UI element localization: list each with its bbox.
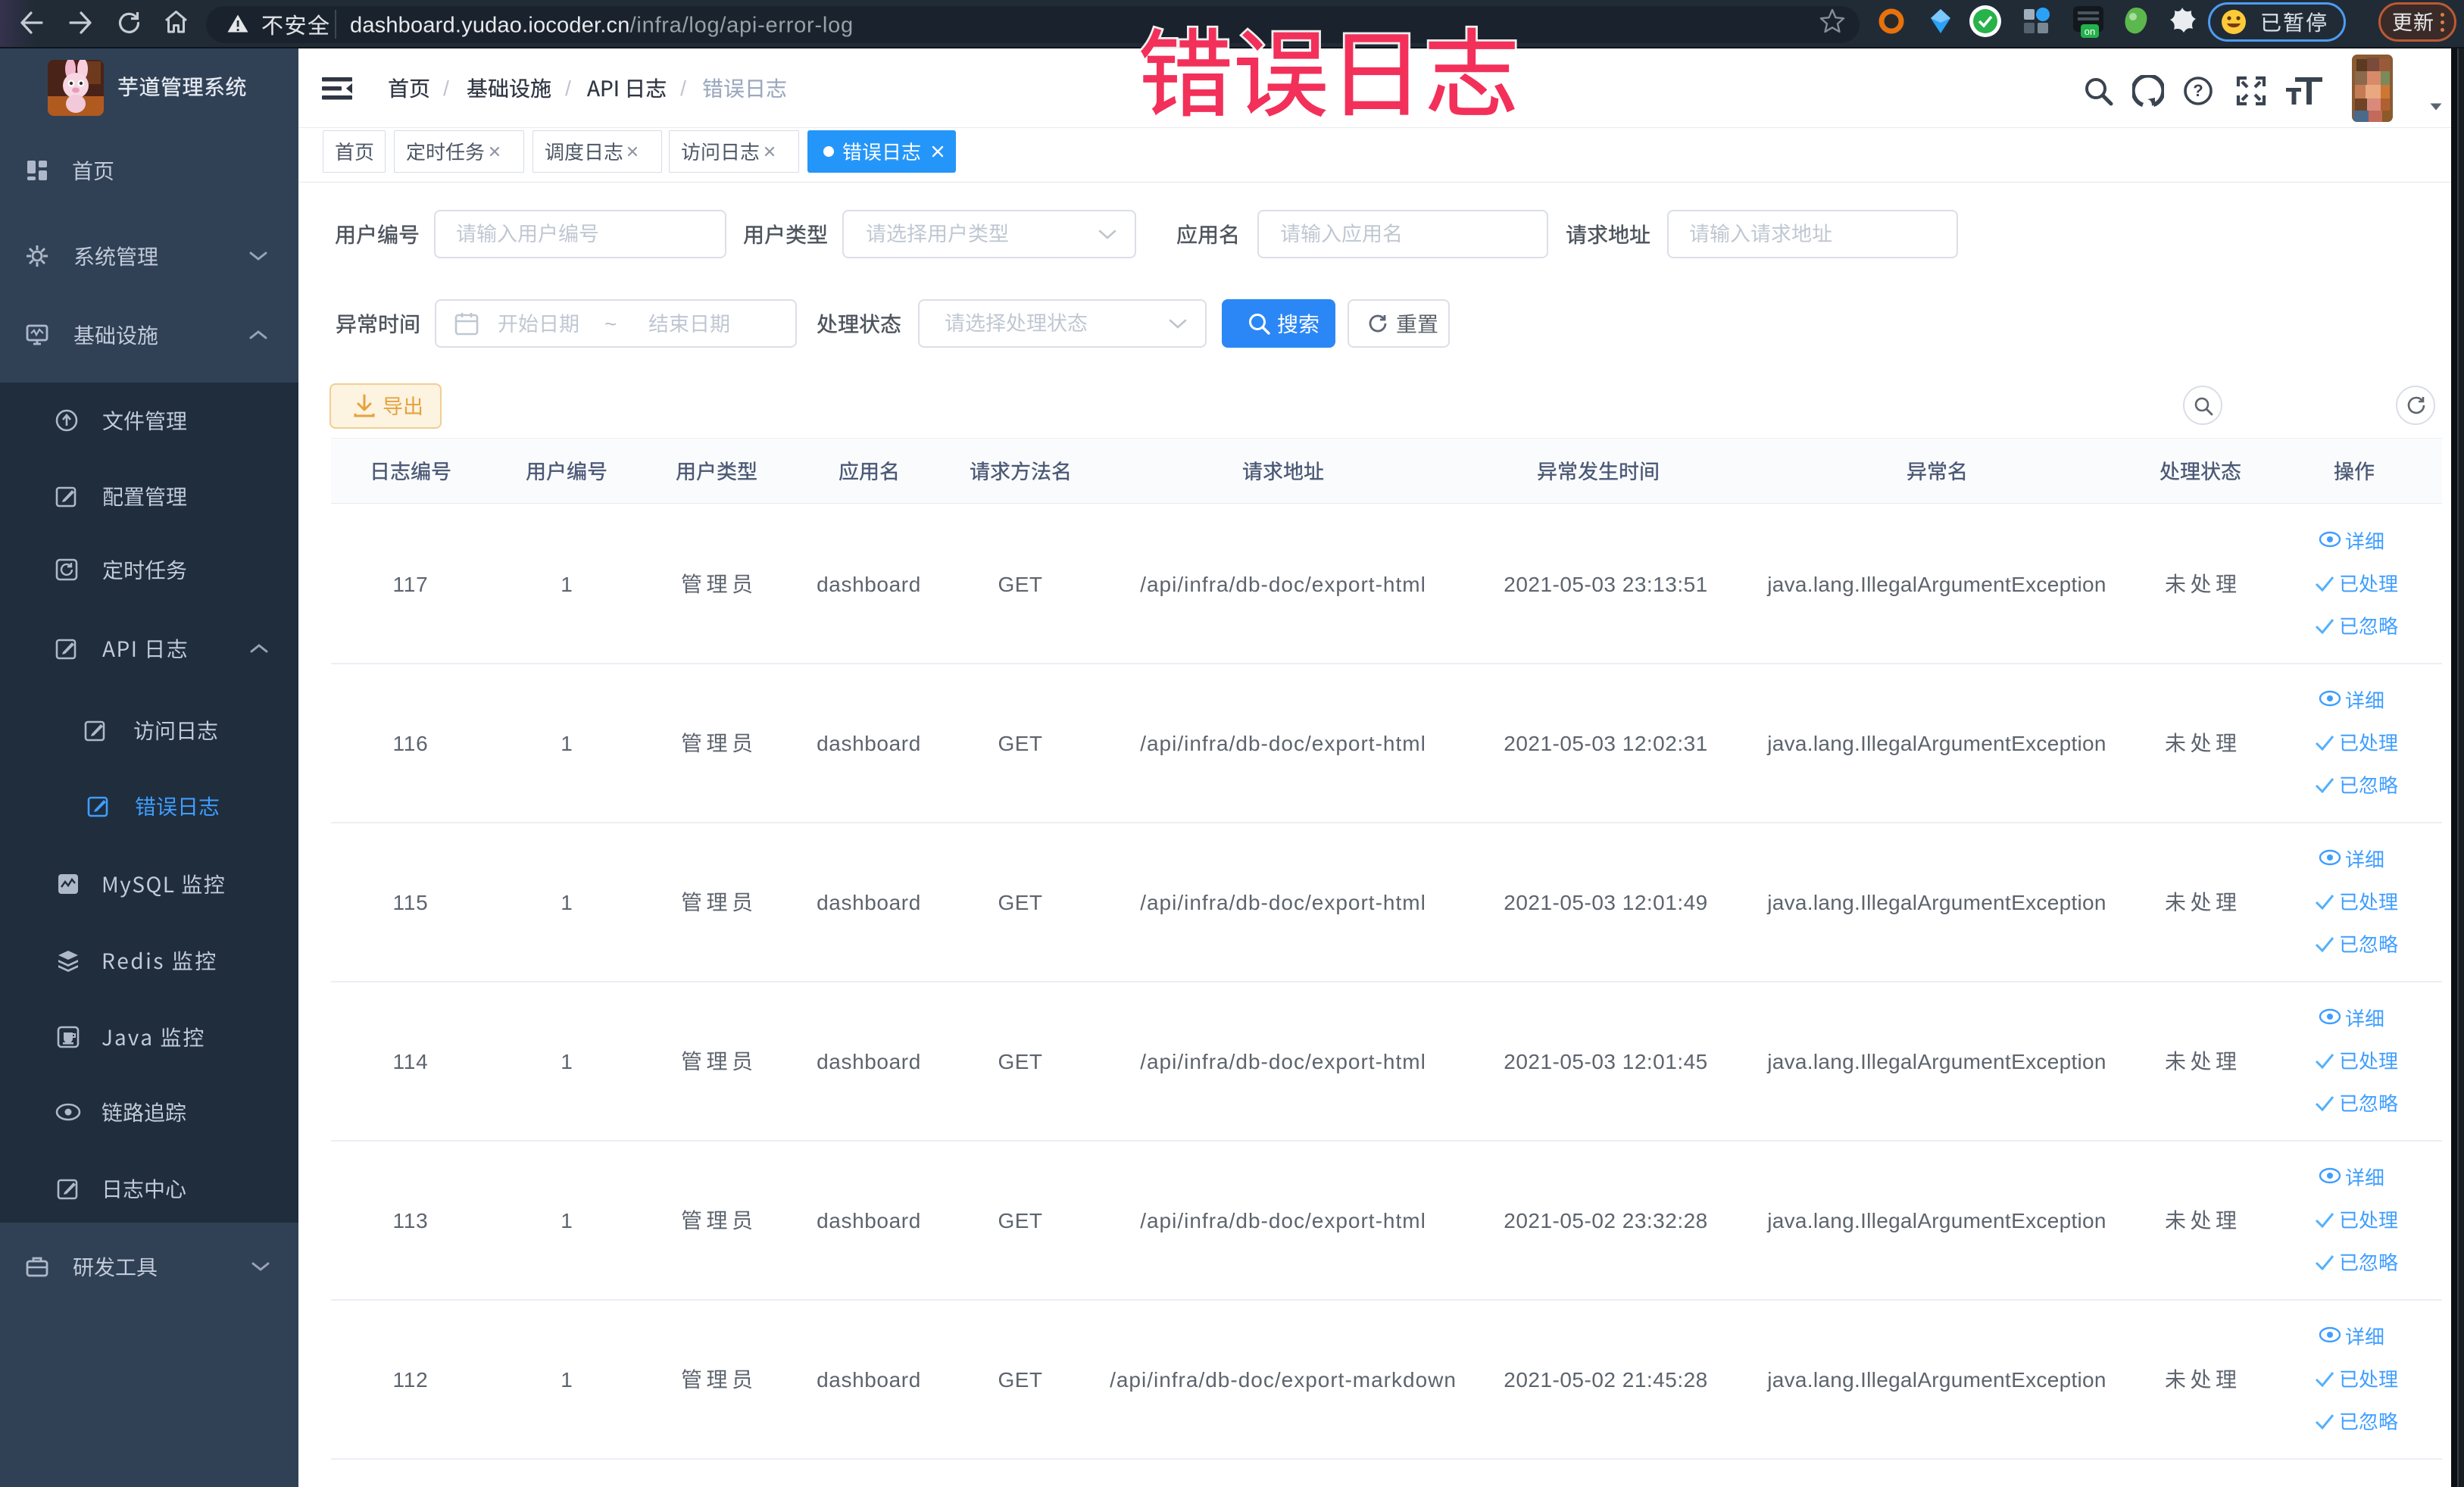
svg-text:on: on bbox=[2085, 26, 2095, 37]
svg-text:?: ? bbox=[2193, 81, 2203, 100]
